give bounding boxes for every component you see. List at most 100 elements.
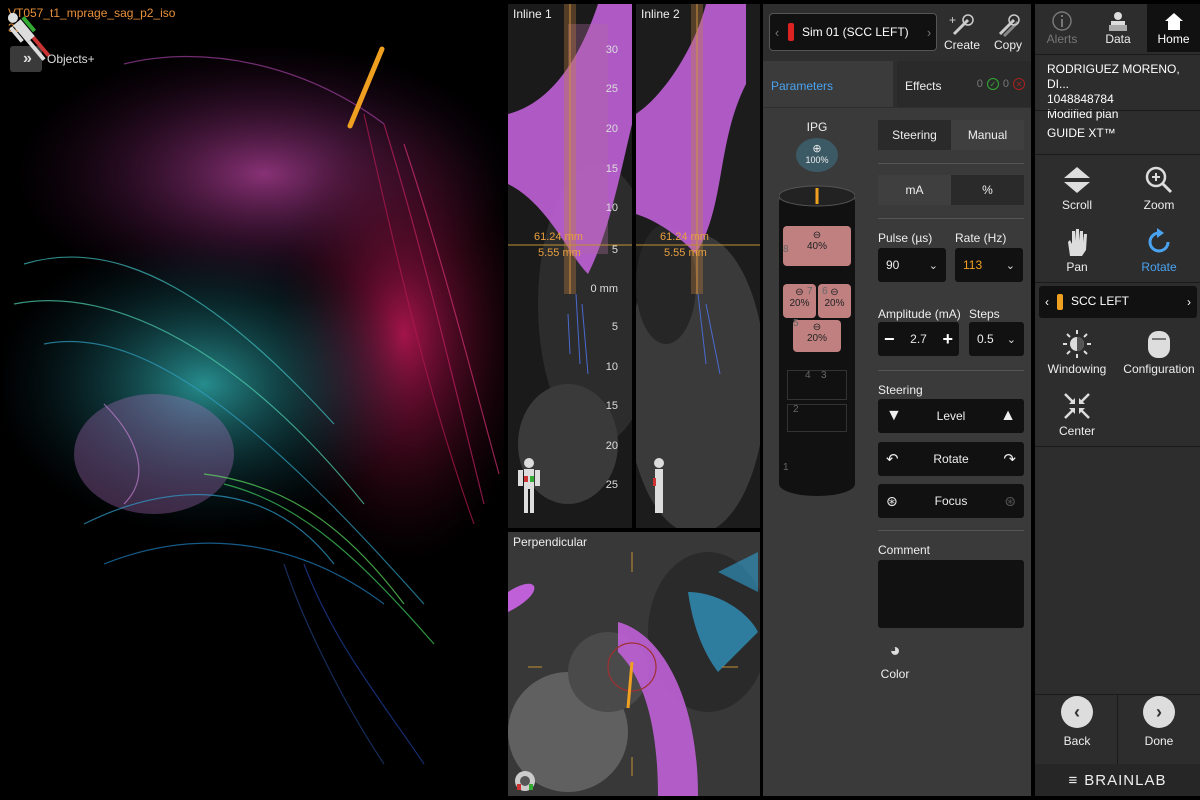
rate-label: Rate (Hz) <box>955 231 1007 245</box>
minus-button[interactable]: − <box>884 329 895 350</box>
perpendicular-image <box>508 532 760 796</box>
color-button[interactable]: ◕ Color <box>875 640 915 681</box>
color-label: Color <box>880 667 910 681</box>
objects-label[interactable]: Objects+ <box>47 52 95 66</box>
amplitude-value: 2.7 <box>910 332 927 346</box>
windowing-label: Windowing <box>1047 362 1107 376</box>
ruler-tick: 30 <box>605 44 618 56</box>
inline-2-view[interactable]: Inline 2 61.24 mm 5.55 mm <box>636 4 760 528</box>
steps-value: 0.5 <box>977 332 994 346</box>
fiber-tract-render <box>4 44 504 765</box>
axial-orientation-icon <box>515 771 535 791</box>
rotate-tool[interactable]: Rotate <box>1119 224 1199 274</box>
data-button[interactable]: Data <box>1091 4 1145 52</box>
windowing-tool[interactable]: Windowing <box>1037 326 1117 376</box>
inline-1-view[interactable]: Inline 1 61.24 mm 5.55 mm 30 25 20 15 10… <box>508 4 632 528</box>
rotate-control[interactable]: ↶ Rotate ↷ <box>878 442 1024 476</box>
simulation-selector[interactable]: ‹ Sim 01 (SCC LEFT) › <box>769 13 937 51</box>
unit-percent-button[interactable]: % <box>951 175 1024 205</box>
ruler-tick: 15 <box>605 400 618 412</box>
divider <box>1035 446 1200 447</box>
back-button[interactable]: ‹ Back <box>1037 696 1117 748</box>
stimulation-panel: ‹ Sim 01 (SCC LEFT) › + Create Copy Para… <box>763 4 1031 796</box>
create-sim-button[interactable]: + Create <box>939 10 985 56</box>
right-toolbar: Alerts Data Home RODRIGUEZ MORENO, DI...… <box>1035 4 1200 796</box>
inline-2-label: Inline 2 <box>641 7 680 21</box>
ruler-tick: 20 <box>605 440 618 452</box>
effects-bad-count: 0 <box>1002 78 1009 90</box>
divider <box>878 370 1024 371</box>
mode-manual-button[interactable]: Manual <box>951 120 1024 150</box>
home-button[interactable]: Home <box>1147 4 1200 52</box>
pulse-value: 90 <box>886 258 900 272</box>
level-up-icon[interactable]: ▲ <box>1000 407 1016 425</box>
windowing-sun-icon <box>1037 326 1117 362</box>
info-icon <box>1035 4 1089 32</box>
next-sim-arrow-icon[interactable]: › <box>922 25 936 40</box>
rate-select[interactable]: 113 ⌄ <box>955 248 1023 282</box>
rotate-ccw-icon[interactable]: ↶ <box>886 450 899 468</box>
comment-input[interactable] <box>878 560 1024 628</box>
unit-ma-button[interactable]: mA <box>878 175 951 205</box>
scroll-tool[interactable]: Scroll <box>1037 162 1117 212</box>
divider <box>878 163 1024 164</box>
focus-control[interactable]: ⊛ Focus ⊛ <box>878 484 1024 518</box>
mode-steering-button[interactable]: Steering <box>878 120 951 150</box>
tab-effects[interactable]: Effects 0 ✓ 0 ✕ <box>897 61 1031 107</box>
svg-text:+: + <box>949 13 956 27</box>
chevron-down-icon: ⌄ <box>1005 259 1015 272</box>
focus-out-icon[interactable]: ⊛ <box>1004 493 1016 510</box>
configuration-tool[interactable]: Configuration <box>1119 326 1199 376</box>
palette-icon: ◕ <box>889 640 901 660</box>
plus-button[interactable]: + <box>942 329 953 350</box>
pan-tool[interactable]: Pan <box>1037 224 1117 274</box>
steps-label: Steps <box>969 307 1000 321</box>
next-lead-arrow-icon[interactable]: › <box>1187 295 1191 309</box>
tab-effects-label: Effects <box>905 79 942 93</box>
inline-2-image <box>636 4 760 528</box>
level-label: Level <box>936 409 966 423</box>
pulse-label: Pulse (µs) <box>878 231 933 245</box>
lead-selector[interactable]: ‹ SCC LEFT › <box>1039 286 1197 318</box>
ruler-tick: 5 <box>611 244 618 256</box>
lead-name: SCC LEFT <box>1071 294 1130 309</box>
focus-label: Focus <box>934 494 968 508</box>
contact-5[interactable]: ⊖ 20% <box>793 320 841 352</box>
alerts-button[interactable]: Alerts <box>1035 4 1089 52</box>
scroll-icon <box>1037 162 1117 198</box>
steps-select[interactable]: 0.5 ⌄ <box>969 322 1024 356</box>
copy-sim-button[interactable]: Copy <box>985 10 1031 56</box>
focus-in-icon[interactable]: ⊛ <box>886 493 898 510</box>
tab-parameters[interactable]: Parameters <box>763 61 893 107</box>
effects-ok-count: 0 <box>976 78 983 90</box>
center-label: Center <box>1058 424 1096 438</box>
scroll-label: Scroll <box>1061 198 1092 212</box>
ipg-indicator[interactable]: ⊕ 100% <box>796 138 838 172</box>
contact-8[interactable]: ⊖ 40% <box>783 226 851 266</box>
brainlab-logo-icon: ≡ <box>1068 771 1079 789</box>
contacts-3-4[interactable] <box>787 370 847 400</box>
lead-color-chip <box>788 23 794 41</box>
contact-7-value: 20% <box>789 298 810 309</box>
zoom-tool[interactable]: Zoom <box>1119 162 1199 212</box>
ipg-value: 100% <box>805 155 829 165</box>
contact-2-number: 2 <box>793 404 799 415</box>
amplitude-stepper[interactable]: − 2.7 + <box>878 322 959 356</box>
rate-value: 113 <box>963 258 983 272</box>
configuration-icon <box>1119 326 1199 362</box>
perpendicular-label: Perpendicular <box>513 535 588 549</box>
3d-view[interactable]: VT057_t1_mprage_sag_p2_iso 3D » Objects+ <box>4 4 504 796</box>
level-control[interactable]: ▼ Level ▲ <box>878 399 1024 433</box>
done-button[interactable]: › Done <box>1119 696 1199 748</box>
level-down-icon[interactable]: ▼ <box>886 407 902 425</box>
prev-sim-arrow-icon[interactable]: ‹ <box>770 25 784 40</box>
data-label: Data <box>1105 32 1131 46</box>
perpendicular-view[interactable]: Perpendicular <box>508 532 760 796</box>
zoom-label: Zoom <box>1143 198 1175 212</box>
center-tool[interactable]: Center <box>1037 388 1117 438</box>
rotate-cw-icon[interactable]: ↷ <box>1003 450 1016 468</box>
chevron-down-icon: ⌄ <box>928 259 938 272</box>
contact-5-number: 5 <box>793 318 799 329</box>
pan-hand-icon <box>1037 224 1117 260</box>
pulse-select[interactable]: 90 ⌄ <box>878 248 946 282</box>
